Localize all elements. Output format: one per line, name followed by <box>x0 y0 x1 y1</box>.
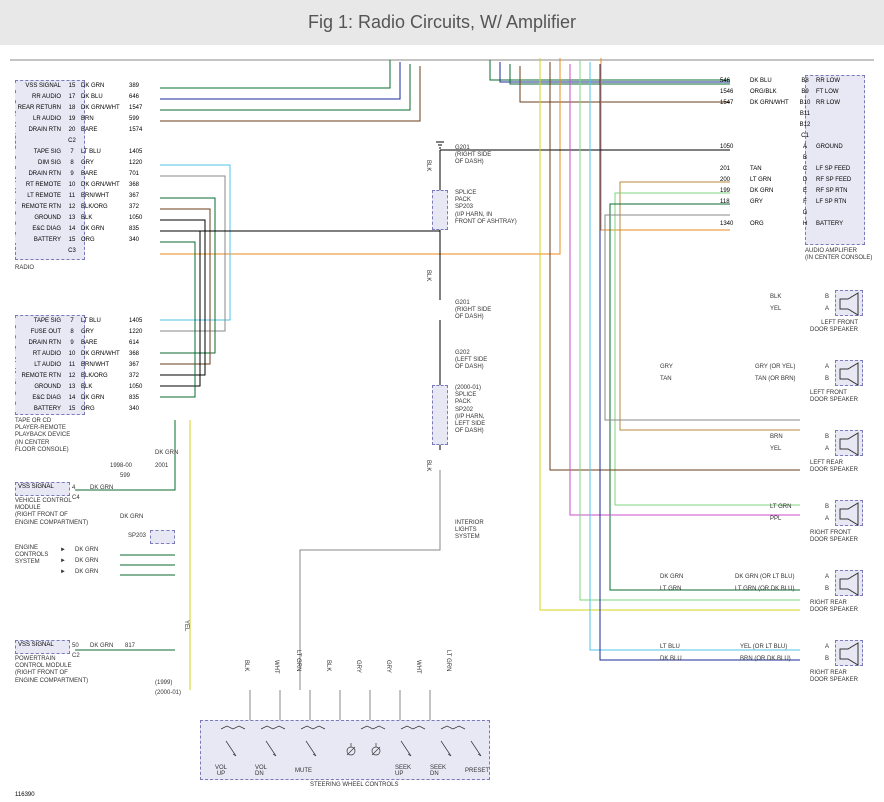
year-2000: (2000-01) <box>155 690 181 696</box>
sw-wht2: WHT <box>415 660 421 674</box>
g201b-label: G201 (RIGHT SIDE OF DASH) <box>455 300 491 322</box>
blk-label-3: BLK <box>425 460 431 471</box>
vss2-pin: 50 <box>72 643 79 649</box>
wire-599: 599 <box>120 473 130 479</box>
steering-caption: STEERING WHEEL CONTROLS <box>310 782 398 789</box>
tapecd-pinlist: TAPE SIG7LT BLU1405 FUSE OUT8GRY1220 DRA… <box>15 315 157 414</box>
vss1-caption: VEHICLE CONTROL MODULE (RIGHT FRONT OF E… <box>15 498 88 527</box>
dkgrn-v1: DK GRN <box>120 514 143 520</box>
sw-gry: GRY <box>355 660 361 673</box>
steering-block <box>200 720 490 780</box>
eng-c2: DK GRN <box>75 558 98 564</box>
vss2-box: VSS SIGNAL <box>15 640 70 654</box>
vss2-color: DK GRN <box>90 643 113 649</box>
sp203-label: SP203 <box>128 533 146 539</box>
vss1-pin: 4 <box>72 485 75 491</box>
vss1-color: DK GRN <box>90 485 113 491</box>
eng-c1: DK GRN <box>75 547 98 553</box>
wiring-diagram: VSS SIGNAL15DK GRN389 RR AUDIO17DK BLU64… <box>0 50 884 802</box>
engine-caption: ENGINE CONTROLS SYSTEM <box>15 545 48 567</box>
year-2001: 2001 <box>155 463 168 469</box>
speaker-icon <box>835 290 863 316</box>
blk-label-2: BLK <box>425 270 431 281</box>
year-1998: 1998-00 <box>110 463 132 469</box>
sw-mute: MUTE <box>295 768 312 774</box>
page: Fig 1: Radio Circuits, W/ Amplifier <box>0 0 884 802</box>
radio-pinlist: VSS SIGNAL15DK GRN389 RR AUDIO17DK BLU64… <box>15 80 157 256</box>
sw-wht: WHT <box>273 660 279 674</box>
yel-v: YEL <box>183 620 189 631</box>
amp-caption: AUDIO AMPLIFIER (IN CENTER CONSOLE) <box>805 248 872 262</box>
vss2-code: 817 <box>125 643 135 649</box>
interior-caption: INTERIOR LIGHTS SYSTEM <box>455 520 484 542</box>
sw-volup: VOL UP <box>215 765 227 777</box>
sp203-box <box>150 530 175 544</box>
amp-pinlist-upper: 546DK BLUB8RR LOW 1546ORG/BLKB9FT LOW 15… <box>720 75 862 229</box>
eng-c3: DK GRN <box>75 569 98 575</box>
sw-ltgrn2: LT GRN <box>445 650 451 671</box>
g201-label: G201 (RIGHT SIDE OF DASH) <box>455 145 491 167</box>
splice1-box <box>432 190 448 230</box>
footer-number: 116390 <box>15 792 35 798</box>
steering-internals <box>201 721 491 781</box>
sw-seekdn: SEEK DN <box>430 765 446 777</box>
tapecd-caption: TAPE OR CD PLAYER-REMOTE PLAYBACK DEVICE… <box>15 418 70 454</box>
blk-label-1: BLK <box>425 160 431 171</box>
vss1-box: VSS SIGNAL <box>15 482 70 496</box>
sw-blk2: BLK <box>325 660 331 671</box>
sw-voldn: VOL DN <box>255 765 267 777</box>
diagram-title: Fig 1: Radio Circuits, W/ Amplifier <box>0 0 884 45</box>
vss2-caption: POWERTRAIN CONTROL MODULE (RIGHT FRONT O… <box>15 656 88 685</box>
sw-gry2: GRY <box>385 660 391 673</box>
sw-preset: PRESET <box>465 768 489 774</box>
sw-blk: BLK <box>243 660 249 671</box>
pin-row: VSS SIGNAL15DK GRN389 <box>15 80 157 91</box>
sw-ltgrn: LT GRN <box>295 650 301 671</box>
splice2-box <box>432 385 448 445</box>
radio-caption: RADIO <box>15 265 34 272</box>
sw-seekup: SEEK UP <box>395 765 411 777</box>
splice1-caption: SPLICE PACK SP203 (I/P HARN, IN FRONT OF… <box>455 190 517 226</box>
dkgrn-left: DK GRN <box>155 450 178 456</box>
g202-label: G202 (LEFT SIDE OF DASH) <box>455 350 487 372</box>
splice2-caption: (2000-01) SPLICE PACK SP202 (I/P HARN, L… <box>455 385 485 435</box>
year-1999: (1999) <box>155 680 172 686</box>
